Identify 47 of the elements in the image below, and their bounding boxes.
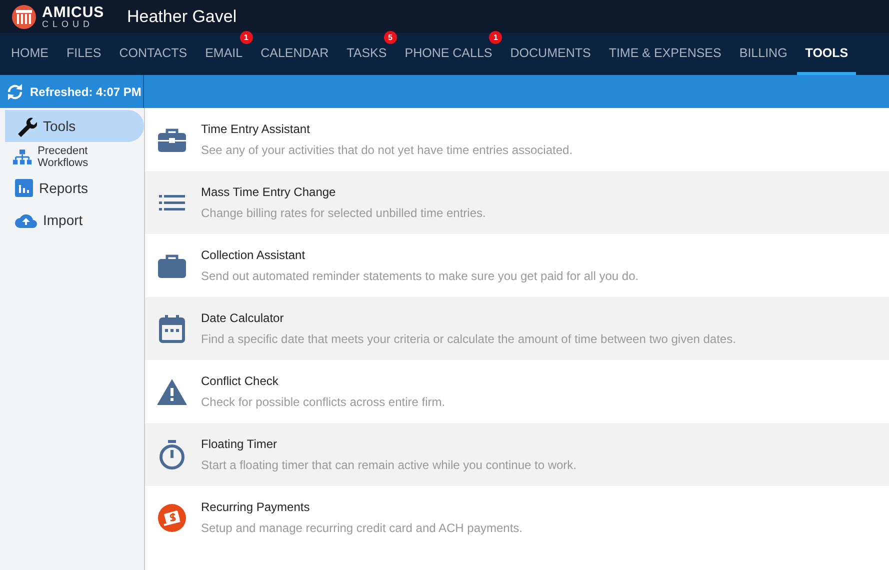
tool-description: Change billing rates for selected unbilled time entries. <box>201 206 486 220</box>
tool-description: Start a floating timer that can remain active while you continue to work. <box>201 458 577 472</box>
nav-tab[interactable]: FILES <box>58 33 110 75</box>
list-icon <box>159 194 185 210</box>
warning-icon <box>157 378 187 404</box>
tool-title[interactable]: Date Calculator <box>201 311 736 325</box>
sidebar-item[interactable]: Precedent Workflows <box>5 142 144 172</box>
tool-description: Send out automated reminder statements to make sure you get paid for all you do. <box>201 269 639 283</box>
tool-title[interactable]: Time Entry Assistant <box>201 122 573 136</box>
count-badge: 1 <box>240 31 253 44</box>
tool-title[interactable]: Mass Time Entry Change <box>201 185 486 199</box>
nav-tab[interactable]: TASKS 5 <box>338 33 395 75</box>
tool-description: Check for possible conflicts across entire firm. <box>201 395 446 409</box>
nav-tab[interactable]: CALENDAR <box>252 33 337 75</box>
refresh-status: Refreshed: 4:07 PM <box>30 84 142 98</box>
cloud-upload-icon <box>15 212 37 228</box>
calendar-icon <box>159 314 185 342</box>
briefcase-icon <box>158 254 186 278</box>
briefcase-icon <box>158 128 186 152</box>
nav-tab[interactable]: DOCUMENTS <box>502 33 599 75</box>
user-name: Heather Gavel <box>127 6 237 26</box>
nav-tab[interactable]: PHONE CALLS 1 <box>396 33 500 75</box>
nav-tab[interactable]: EMAIL 1 <box>197 33 251 75</box>
logo-subtitle: CLOUD <box>42 20 95 28</box>
nav-tab[interactable]: TIME & EXPENSES <box>600 33 730 75</box>
tool-description: See any of your activities that do not yet have time entries associated. <box>201 143 573 157</box>
tool-title[interactable]: Recurring Payments <box>201 500 523 514</box>
payment-icon <box>158 504 186 532</box>
tool-title[interactable]: Floating Timer <box>201 437 577 451</box>
sidebar-item[interactable]: Import <box>5 204 144 236</box>
refresh-icon[interactable] <box>6 84 24 100</box>
tool-description: Find a specific date that meets your criteria or calculate the amount of time between two given dates. <box>201 332 736 346</box>
sidebar-item[interactable]: Reports <box>5 172 144 204</box>
nav-tab[interactable]: BILLING <box>731 33 796 75</box>
tool-title[interactable]: Collection Assistant <box>201 248 639 262</box>
sidebar-item[interactable]: Tools <box>5 110 144 142</box>
hierarchy-icon <box>13 149 32 165</box>
stopwatch-icon <box>159 440 185 470</box>
logo-name: AMICUS <box>42 4 104 20</box>
tool-description: Setup and manage recurring credit card and ACH payments. <box>201 521 523 535</box>
nav-tab[interactable]: CONTACTS <box>111 33 196 75</box>
count-badge: 5 <box>384 31 397 44</box>
bar-chart-icon <box>15 179 33 197</box>
logo-icon <box>10 4 38 30</box>
count-badge: 1 <box>489 31 502 44</box>
tool-title[interactable]: Conflict Check <box>201 374 446 388</box>
nav-tab[interactable]: HOME <box>3 33 56 75</box>
